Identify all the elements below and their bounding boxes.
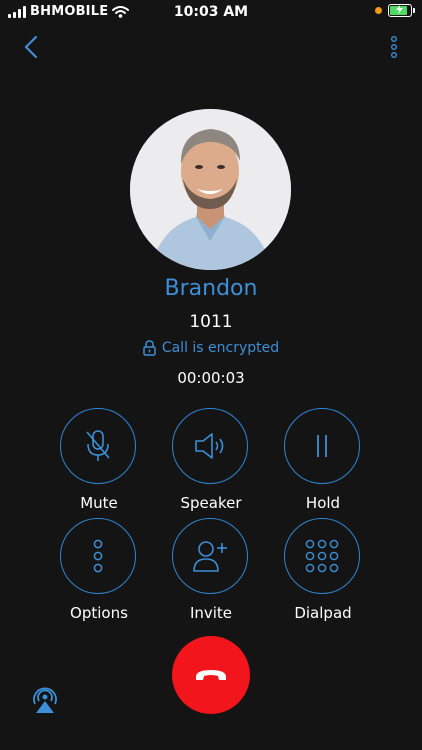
status-right bbox=[375, 4, 415, 17]
invite-button[interactable]: Invite bbox=[155, 518, 267, 628]
hold-ring bbox=[284, 408, 360, 484]
status-bar: BHMOBILE 10:03 AM bbox=[0, 0, 422, 24]
mute-label: Mute bbox=[80, 494, 118, 512]
privacy-indicator-icon bbox=[375, 7, 382, 14]
caller-number: 1011 bbox=[189, 312, 233, 332]
invite-ring bbox=[172, 518, 248, 594]
invite-label: Invite bbox=[189, 604, 233, 622]
add-person-icon bbox=[193, 541, 227, 572]
dialpad-ring bbox=[284, 518, 360, 594]
airplay-icon[interactable] bbox=[30, 686, 60, 714]
speaker-ring bbox=[172, 408, 248, 484]
status-time: 10:03 AM bbox=[173, 4, 249, 20]
hold-label: Hold bbox=[305, 494, 341, 512]
hang-up-icon bbox=[196, 670, 226, 680]
options-button[interactable]: Options bbox=[43, 518, 155, 628]
encryption-label: Call is encrypted bbox=[161, 340, 280, 356]
end-call-button[interactable] bbox=[172, 636, 250, 714]
hold-button[interactable]: Hold bbox=[267, 408, 379, 518]
battery-charging-icon bbox=[388, 4, 415, 17]
mute-ring bbox=[60, 408, 136, 484]
dialpad-icon bbox=[305, 539, 339, 573]
more-options-icon[interactable] bbox=[388, 34, 400, 60]
caller-name: Brandon bbox=[164, 276, 258, 301]
lock-icon bbox=[143, 340, 156, 356]
dialpad-label: Dialpad bbox=[294, 604, 352, 622]
pause-icon bbox=[317, 435, 327, 457]
options-ring bbox=[60, 518, 136, 594]
dialpad-button[interactable]: Dialpad bbox=[267, 518, 379, 628]
encryption-status: Call is encrypted bbox=[0, 340, 422, 356]
back-chevron-icon[interactable] bbox=[20, 34, 44, 60]
options-label: Options bbox=[70, 604, 128, 622]
mute-button[interactable]: Mute bbox=[43, 408, 155, 518]
call-duration: 00:00:03 bbox=[177, 369, 245, 387]
vertical-dots-icon bbox=[93, 539, 103, 573]
speaker-label: Speaker bbox=[180, 494, 242, 512]
contact-avatar bbox=[130, 109, 291, 270]
mic-off-icon bbox=[86, 430, 110, 461]
speaker-icon bbox=[195, 433, 224, 459]
speaker-button[interactable]: Speaker bbox=[155, 408, 267, 518]
